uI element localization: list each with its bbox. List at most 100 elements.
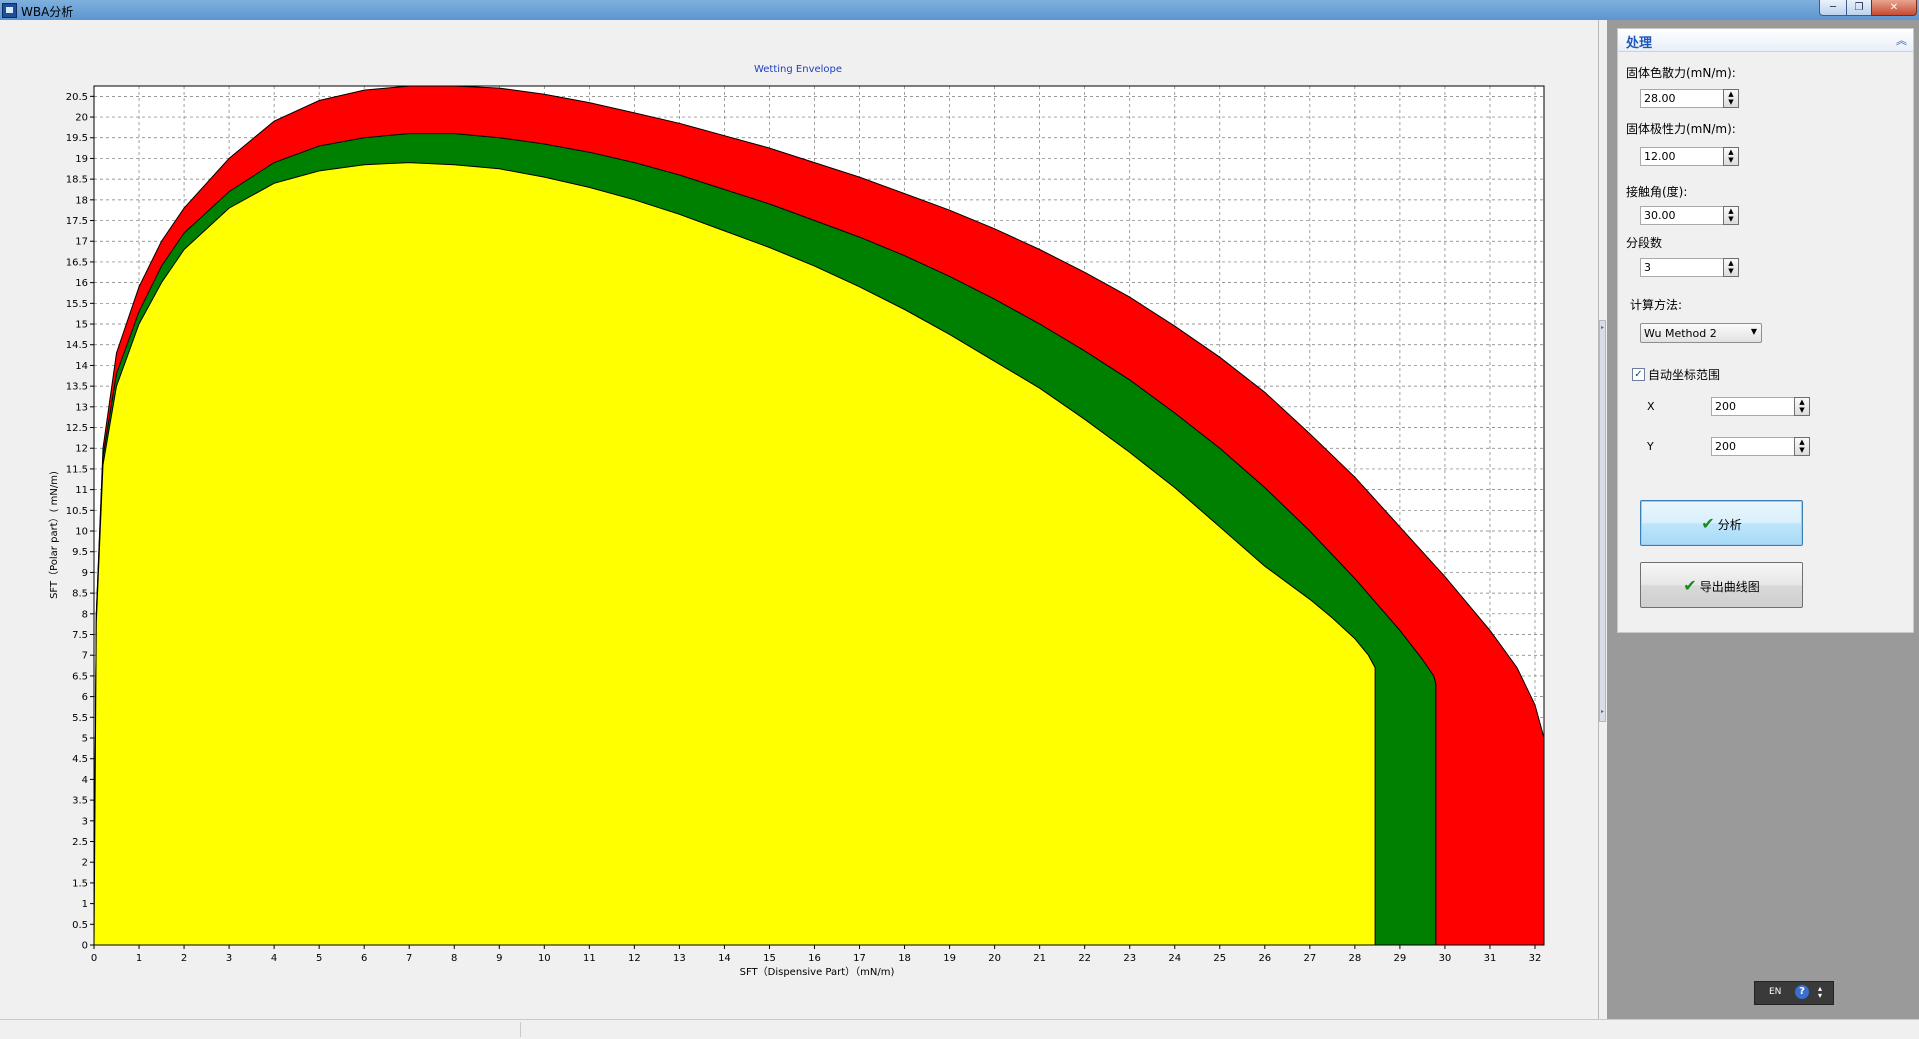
method-value: Wu Method 2 — [1644, 327, 1717, 340]
x-tick-label: 26 — [1258, 953, 1271, 964]
x-tick-label: 32 — [1529, 953, 1542, 964]
x-tick-label: 1 — [136, 953, 142, 964]
y-range-input[interactable]: 200 ▲ ▼ — [1711, 437, 1810, 456]
y-tick-label: 0 — [82, 941, 88, 952]
x-tick-label: 10 — [538, 953, 551, 964]
splitter-arrow-icon: ▸ — [1600, 708, 1604, 715]
y-range-label: Y — [1647, 440, 1654, 453]
x-tick-label: 31 — [1484, 953, 1497, 964]
x-tick-label: 27 — [1303, 953, 1316, 964]
x-tick-label: 19 — [943, 953, 956, 964]
maximize-button[interactable]: ❐ — [1846, 0, 1872, 16]
analyze-label: 分析 — [1717, 518, 1742, 532]
x-tick-label: 11 — [583, 953, 596, 964]
method-select[interactable]: Wu Method 2 ▼ — [1640, 323, 1762, 343]
x-tick-label: 22 — [1078, 953, 1091, 964]
y-tick-label: 9.5 — [72, 547, 88, 558]
contact-angle-value: 30.00 — [1644, 209, 1676, 222]
method-label: 计算方法: — [1630, 298, 1683, 312]
y-tick-label: 3.5 — [72, 796, 88, 807]
dispersive-spinner-icon[interactable]: ▲ ▼ — [1723, 89, 1739, 108]
y-axis-label: SFT（Polar part）( mN/m) — [48, 471, 60, 599]
polar-label: 固体极性力(mN/m): — [1626, 122, 1736, 136]
x-tick-label: 12 — [628, 953, 641, 964]
contact-angle-label: 接触角(度): — [1626, 185, 1688, 199]
x-tick-label: 14 — [718, 953, 731, 964]
x-tick-label: 24 — [1168, 953, 1181, 964]
x-range-input[interactable]: 200 ▲ ▼ — [1711, 397, 1810, 416]
language-bar[interactable]: EN ? ▴ ▾ — [1754, 981, 1834, 1005]
y-tick-label: 14.5 — [66, 340, 88, 351]
x-tick-label: 25 — [1213, 953, 1226, 964]
y-tick-label: 2 — [82, 858, 88, 869]
window-title: WBA分析 — [21, 5, 74, 19]
checkmark-icon: ✔ — [1701, 514, 1715, 533]
segments-input[interactable]: 3 ▲ ▼ — [1640, 258, 1739, 277]
analyze-button[interactable]: ✔ 分析 — [1640, 500, 1803, 546]
polar-input[interactable]: 12.00 ▲ ▼ — [1640, 147, 1739, 166]
y-tick-label: 11 — [75, 485, 88, 496]
y-tick-label: 13 — [75, 402, 88, 413]
auto-range-label: 自动坐标范围 — [1648, 368, 1721, 382]
close-button[interactable]: ✕ — [1871, 0, 1917, 16]
panel-header[interactable]: 处理 ︽ — [1618, 29, 1913, 52]
collapse-icon[interactable]: ︽ — [1896, 32, 1907, 48]
y-tick-label: 12 — [75, 444, 88, 455]
x-tick-label: 21 — [1033, 953, 1046, 964]
y-tick-label: 19 — [75, 154, 88, 165]
auto-range-checkbox[interactable]: ✓ — [1632, 368, 1645, 381]
y-tick-label: 19.5 — [66, 133, 88, 144]
y-tick-label: 3 — [82, 816, 88, 827]
segments-spinner-icon[interactable]: ▲ ▼ — [1723, 258, 1739, 277]
x-tick-label: 28 — [1349, 953, 1362, 964]
status-bar — [0, 1019, 1919, 1039]
y-tick-label: 5 — [82, 734, 88, 745]
wetting-envelope-chart: Wetting Envelope SFT（Dispensive Part）（mN… — [48, 64, 1545, 978]
status-separator — [520, 1022, 521, 1037]
x-axis-label: SFT（Dispensive Part）（mN/m) — [740, 966, 895, 978]
x-tick-label: 13 — [673, 953, 686, 964]
y-tick-label: 2.5 — [72, 837, 88, 848]
y-tick-label: 12.5 — [66, 423, 88, 434]
dispersive-label: 固体色散力(mN/m): — [1626, 66, 1736, 80]
y-tick-label: 14 — [75, 361, 88, 372]
help-icon[interactable]: ? — [1795, 985, 1809, 999]
y-tick-label: 11.5 — [66, 464, 88, 475]
y-tick-label: 16 — [75, 278, 88, 289]
contact-angle-input[interactable]: 30.00 ▲ ▼ — [1640, 206, 1739, 225]
y-tick-label: 1 — [82, 899, 88, 910]
dispersive-input[interactable]: 28.00 ▲ ▼ — [1640, 89, 1739, 108]
y-tick-label: 4.5 — [72, 754, 88, 765]
x-range-spinner-icon[interactable]: ▲ ▼ — [1794, 397, 1810, 416]
x-range-label: X — [1647, 400, 1655, 413]
x-range-value: 200 — [1715, 400, 1736, 413]
segments-value: 3 — [1644, 261, 1651, 274]
y-tick-label: 13.5 — [66, 382, 88, 393]
y-tick-label: 6 — [82, 692, 88, 703]
y-tick-label: 8 — [82, 609, 88, 620]
export-curve-button[interactable]: ✔ 导出曲线图 — [1640, 562, 1803, 608]
checkmark-icon: ✔ — [1683, 576, 1697, 595]
y-range-value: 200 — [1715, 440, 1736, 453]
minimize-button[interactable]: ─ — [1819, 0, 1847, 16]
y-tick-label: 16.5 — [66, 257, 88, 268]
y-tick-label: 17.5 — [66, 216, 88, 227]
x-tick-label: 16 — [808, 953, 821, 964]
y-tick-label: 7.5 — [72, 630, 88, 641]
x-tick-label: 30 — [1439, 953, 1452, 964]
chevron-down-icon: ▼ — [1750, 327, 1757, 336]
y-tick-label: 18 — [75, 195, 88, 206]
y-range-spinner-icon[interactable]: ▲ ▼ — [1794, 437, 1810, 456]
panel-splitter[interactable]: ▸ ▸ — [1599, 320, 1606, 722]
y-tick-label: 1.5 — [72, 878, 88, 889]
polar-spinner-icon[interactable]: ▲ ▼ — [1723, 147, 1739, 166]
contact-angle-spinner-icon[interactable]: ▲ ▼ — [1723, 206, 1739, 225]
language-options-icon[interactable]: ▴ ▾ — [1818, 985, 1822, 1000]
y-tick-label: 8.5 — [72, 589, 88, 600]
y-tick-label: 10.5 — [66, 506, 88, 517]
language-code: EN — [1769, 987, 1782, 997]
x-tick-label: 20 — [988, 953, 1001, 964]
polar-value: 12.00 — [1644, 150, 1676, 163]
x-tick-label: 17 — [853, 953, 866, 964]
x-tick-label: 6 — [361, 953, 367, 964]
